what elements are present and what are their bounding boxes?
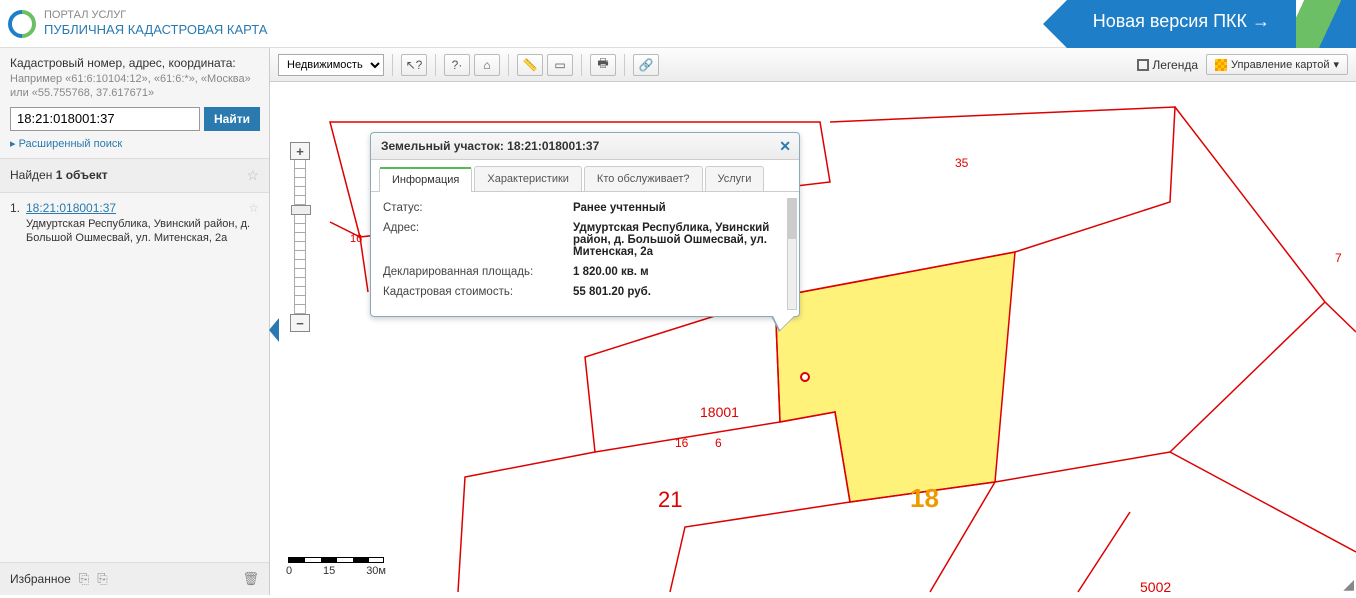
export-xml-icon[interactable]: ⎘ [97, 571, 107, 587]
result-link[interactable]: 18:21:018001:37 [26, 201, 116, 215]
zoom-out-button[interactable]: − [290, 314, 310, 332]
popup-title: Земельный участок: 18:21:018001:37 ✕ [371, 133, 799, 160]
logo-area: ПОРТАЛ УСЛУГ ПУБЛИЧНАЯ КАДАСТРОВАЯ КАРТА [0, 9, 267, 38]
scale-bar: 0 15 30м [288, 557, 386, 577]
tab-info[interactable]: Информация [379, 167, 472, 192]
resize-handle-icon[interactable]: ◢ [1343, 576, 1354, 593]
svg-text:6: 6 [715, 436, 722, 450]
svg-text:21: 21 [658, 487, 682, 512]
app-title: ПУБЛИЧНАЯ КАДАСТРОВАЯ КАРТА [44, 22, 267, 38]
zoom-control: + − [290, 142, 310, 332]
popup-body: Статус:Ранее учтенный Адрес:Удмуртская Р… [371, 192, 799, 316]
popup-scrollbar[interactable] [787, 198, 797, 310]
legend-toggle[interactable]: Легенда [1137, 58, 1198, 72]
layers-icon [1215, 59, 1227, 71]
results-header: Найден 1 объект ☆ [0, 159, 269, 193]
export-excel-icon[interactable]: ⎘ [79, 571, 89, 587]
map-toolbar: Недвижимость ↖? ?· ⌂ 📏 ▭ 🖶 🔗 Легенда Упр… [270, 48, 1356, 82]
popup-tabs: Информация Характеристики Кто обслуживае… [371, 160, 799, 192]
favorites-label: Избранное [10, 572, 71, 586]
map-control-button[interactable]: Управление картой ▾ [1206, 54, 1348, 75]
tab-service[interactable]: Кто обслуживает? [584, 166, 703, 191]
link-icon[interactable]: 🔗 [633, 54, 659, 76]
sidebar: Кадастровый номер, адрес, координата: На… [0, 48, 270, 595]
svg-text:18001: 18001 [700, 404, 739, 420]
star-icon[interactable]: ☆ [248, 201, 259, 215]
trash-icon[interactable]: 🗑 [242, 571, 259, 587]
advanced-search-link[interactable]: Расширенный поиск [10, 137, 122, 150]
star-icon[interactable]: ☆ [246, 167, 259, 184]
print-icon[interactable]: 🖶 [590, 54, 616, 76]
header-accent [1296, 0, 1356, 48]
search-panel: Кадастровый номер, адрес, координата: На… [0, 48, 269, 159]
favorites-header: Избранное ⎘ ⎘ 🗑 [0, 562, 269, 595]
search-input[interactable] [10, 107, 200, 131]
svg-text:16: 16 [350, 233, 362, 245]
svg-text:7: 7 [1335, 251, 1342, 265]
measure-area-icon[interactable]: ▭ [547, 54, 573, 76]
search-hint-example: Например «61:6:10104:12», «61:6:*», «Мос… [10, 72, 259, 101]
chevron-down-icon: ▾ [1333, 58, 1339, 71]
search-button[interactable]: Найти [204, 107, 260, 131]
tab-characteristics[interactable]: Характеристики [474, 166, 582, 191]
parcel-popup: Земельный участок: 18:21:018001:37 ✕ Инф… [370, 132, 800, 317]
new-version-area: Новая версия ПКК → [1067, 0, 1356, 48]
search-hint-title: Кадастровый номер, адрес, координата: [10, 56, 259, 70]
map-canvas[interactable]: 35 7 18001 16 6 21 18 5002 16 + − [270, 82, 1356, 595]
home-tool-icon[interactable]: ⌂ [474, 54, 500, 76]
rosreestr-logo-icon [8, 10, 36, 38]
pointer-tool-icon[interactable]: ↖? [401, 54, 427, 76]
svg-text:18: 18 [910, 483, 939, 513]
svg-text:16: 16 [675, 436, 689, 450]
portal-label: ПОРТАЛ УСЛУГ [44, 9, 267, 22]
result-number: 1. [10, 201, 20, 215]
result-item[interactable]: 1. 18:21:018001:37 Удмуртская Республика… [0, 193, 269, 254]
result-address: Удмуртская Республика, Увинский район, д… [26, 217, 259, 246]
identify-tool-icon[interactable]: ?· [444, 54, 470, 76]
measure-length-icon[interactable]: 📏 [517, 54, 543, 76]
tab-services[interactable]: Услуги [705, 166, 765, 191]
map-area: Недвижимость ↖? ?· ⌂ 📏 ▭ 🖶 🔗 Легенда Упр… [270, 48, 1356, 595]
app-header: ПОРТАЛ УСЛУГ ПУБЛИЧНАЯ КАДАСТРОВАЯ КАРТА… [0, 0, 1356, 48]
close-icon[interactable]: ✕ [779, 138, 791, 155]
zoom-slider[interactable] [294, 160, 306, 314]
svg-text:5002: 5002 [1140, 579, 1171, 595]
object-type-select[interactable]: Недвижимость [278, 54, 384, 76]
zoom-in-button[interactable]: + [290, 142, 310, 160]
new-version-button[interactable]: Новая версия ПКК → [1067, 0, 1296, 48]
zoom-handle[interactable] [291, 205, 311, 215]
svg-text:35: 35 [955, 156, 969, 170]
